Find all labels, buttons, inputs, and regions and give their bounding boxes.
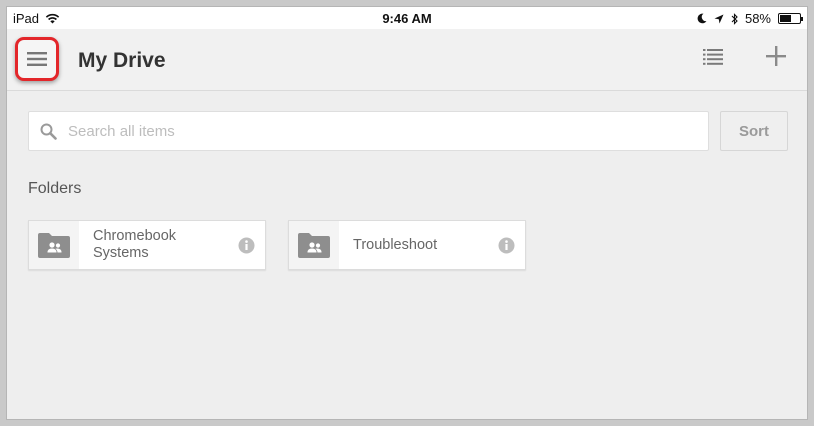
folder-name: Troubleshoot bbox=[353, 236, 438, 253]
menu-button[interactable] bbox=[15, 37, 59, 81]
app-window: iPad 9:46 AM 58% My Drive Search all ite… bbox=[6, 6, 808, 420]
toolbar: My Drive bbox=[7, 29, 807, 91]
add-button[interactable] bbox=[765, 45, 791, 71]
folder-card-chromebook-systems[interactable]: Chromebook Systems bbox=[28, 220, 266, 270]
folder-card-troubleshoot[interactable]: Troubleshoot bbox=[288, 220, 526, 270]
shared-folder-icon bbox=[38, 232, 70, 258]
battery-icon bbox=[778, 13, 803, 24]
folders-heading: Folders bbox=[28, 180, 82, 197]
info-icon[interactable] bbox=[498, 237, 515, 254]
search-box bbox=[28, 111, 709, 151]
info-icon[interactable] bbox=[238, 237, 255, 254]
list-view-icon bbox=[703, 49, 723, 65]
folder-thumbnail bbox=[289, 221, 339, 269]
search-icon bbox=[40, 123, 57, 140]
shared-folder-icon bbox=[298, 232, 330, 258]
plus-icon bbox=[766, 46, 786, 66]
folder-name: Chromebook Systems bbox=[93, 228, 177, 261]
bluetooth-icon bbox=[731, 12, 738, 25]
page-title: My Drive bbox=[78, 49, 166, 72]
status-time: 9:46 AM bbox=[382, 11, 432, 26]
status-bar: iPad 9:46 AM 58% bbox=[7, 7, 807, 29]
folder-thumbnail bbox=[29, 221, 79, 269]
battery-percent: 58% bbox=[744, 11, 771, 26]
sort-button[interactable]: Sort bbox=[720, 111, 788, 151]
moon-icon bbox=[697, 13, 707, 24]
list-view-button[interactable] bbox=[703, 49, 727, 69]
location-arrow-icon bbox=[714, 14, 724, 23]
search-input[interactable] bbox=[68, 112, 698, 150]
hamburger-menu-icon bbox=[27, 52, 47, 66]
